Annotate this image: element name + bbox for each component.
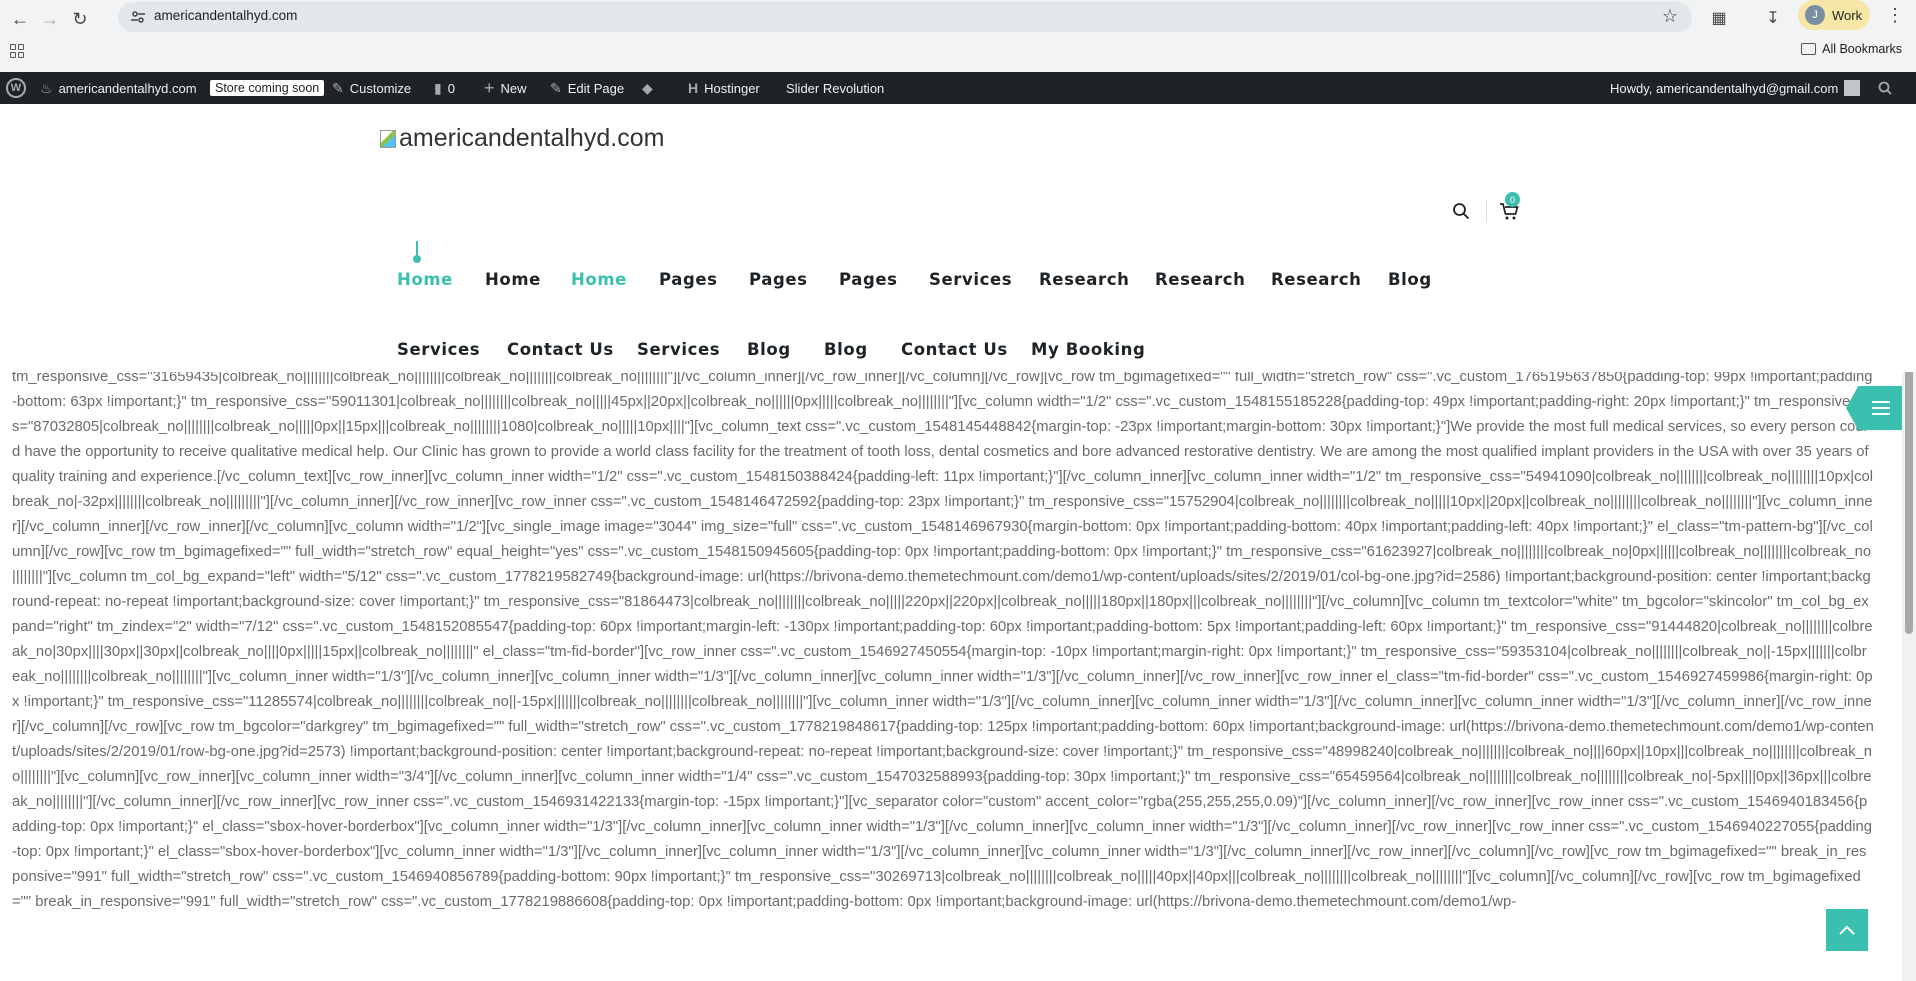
all-bookmarks-button[interactable]: All Bookmarks — [1801, 42, 1902, 56]
url-text[interactable]: americandentalhyd.com — [154, 8, 297, 23]
hostinger-icon: H — [688, 80, 699, 96]
customize-label: Customize — [349, 80, 412, 96]
address-bar[interactable]: americandentalhyd.com ☆ — [118, 2, 1692, 32]
profile-button[interactable]: J Work — [1798, 0, 1870, 30]
avatar — [1844, 80, 1861, 96]
forward-icon[interactable]: → — [36, 5, 64, 33]
menu-item-contact-us[interactable]: Contact Us — [507, 340, 614, 359]
download-icon[interactable]: ↧ — [1760, 5, 1786, 31]
back-to-top-button[interactable] — [1826, 909, 1868, 951]
site-name-link[interactable]: ♨ americandentalhyd.com — [40, 72, 197, 104]
apps-grid-icon[interactable] — [10, 44, 24, 58]
browser-chrome: ← → ↻ americandentalhyd.com ☆ ▦ ↧ J Work… — [0, 0, 1916, 72]
slider-revolution-label: Slider Revolution — [786, 80, 885, 96]
menu-item-blog[interactable]: Blog — [747, 340, 791, 359]
menu-item-blog[interactable]: Blog — [824, 340, 868, 359]
wordpress-logo-icon[interactable]: W — [6, 72, 26, 104]
scrollbar-thumb[interactable] — [1905, 358, 1913, 634]
all-bookmarks-label: All Bookmarks — [1822, 42, 1902, 56]
brush-icon: ✎ — [332, 79, 344, 96]
broken-image-icon — [380, 129, 396, 148]
comment-icon: ▮ — [434, 79, 442, 96]
plus-icon: + — [484, 77, 495, 98]
admin-search-icon[interactable] — [1878, 72, 1892, 104]
back-icon[interactable]: ← — [6, 5, 34, 33]
menu-item-home[interactable]: Home — [571, 270, 627, 289]
howdy-label: Howdy, americandentalhyd@gmail.com — [1610, 80, 1839, 96]
shortcode-text: tm_responsive_css="31659435|colbreak_no|… — [12, 372, 1874, 910]
hostinger-link[interactable]: H Hostinger — [688, 72, 760, 104]
site-settings-icon[interactable] — [130, 9, 146, 25]
reload-icon[interactable]: ↻ — [66, 5, 94, 33]
pencil-icon: ✎ — [550, 79, 562, 96]
store-coming-soon-badge[interactable]: Store coming soon — [210, 72, 325, 104]
logo-alt-text: americandentalhyd.com — [399, 124, 665, 152]
site-name-label: americandentalhyd.com — [58, 80, 197, 96]
menu-item-blog[interactable]: Blog — [1388, 270, 1432, 289]
menu-item-services[interactable]: Services — [637, 340, 720, 359]
menu-item-pages[interactable]: Pages — [659, 270, 718, 289]
menu-item-contact-us[interactable]: Contact Us — [901, 340, 1008, 359]
menu-item-research[interactable]: Research — [1155, 270, 1246, 289]
menu-item-research[interactable]: Research — [1039, 270, 1130, 289]
profile-label: Work — [1832, 7, 1863, 23]
menu-item-pages[interactable]: Pages — [749, 270, 808, 289]
menu-item-my-booking[interactable]: My Booking — [1031, 340, 1145, 359]
chevron-up-icon — [1839, 925, 1855, 935]
menu-item-services[interactable]: Services — [929, 270, 1012, 289]
new-label: New — [500, 80, 527, 96]
menu-item-services[interactable]: Services — [397, 340, 480, 359]
slider-revolution-link[interactable]: Slider Revolution — [786, 72, 884, 104]
header-divider — [1486, 200, 1487, 222]
active-menu-indicator — [413, 241, 421, 263]
menu-item-home[interactable]: Home — [397, 270, 453, 289]
comments-count: 0 — [447, 80, 455, 96]
account-menu[interactable]: Howdy, americandentalhyd@gmail.com — [1610, 72, 1861, 104]
home-icon: ♨ — [40, 79, 53, 96]
wp-admin-bar: W ♨ americandentalhyd.com Store coming s… — [0, 72, 1916, 104]
cart-count-badge: 0 — [1505, 192, 1520, 207]
menu-item-pages[interactable]: Pages — [839, 270, 898, 289]
star-icon[interactable]: ☆ — [1662, 6, 1678, 27]
menu-icon[interactable]: ⋮ — [1886, 5, 1904, 26]
edit-page-link[interactable]: ✎ Edit Page — [550, 72, 624, 104]
menu-item-home[interactable]: Home — [485, 270, 541, 289]
search-icon[interactable] — [1452, 202, 1470, 220]
site-header: americandentalhyd.com 0 Home Home Home P… — [0, 104, 1916, 372]
extensions-icon[interactable]: ▦ — [1706, 5, 1732, 31]
hamburger-icon — [1872, 401, 1890, 415]
profile-avatar: J — [1805, 5, 1825, 25]
site-logo[interactable]: americandentalhyd.com — [380, 124, 664, 153]
folder-icon — [1801, 43, 1817, 55]
diamond-icon[interactable]: ◆ — [642, 72, 659, 104]
edit-page-label: Edit Page — [567, 80, 625, 96]
comments-link[interactable]: ▮ 0 — [434, 72, 455, 104]
customize-link[interactable]: ✎ Customize — [332, 72, 411, 104]
menu-item-research[interactable]: Research — [1271, 270, 1362, 289]
new-content-link[interactable]: + New — [484, 72, 527, 104]
hostinger-label: Hostinger — [704, 80, 760, 96]
page-content: tm_responsive_css="31659435|colbreak_no|… — [0, 372, 1902, 981]
